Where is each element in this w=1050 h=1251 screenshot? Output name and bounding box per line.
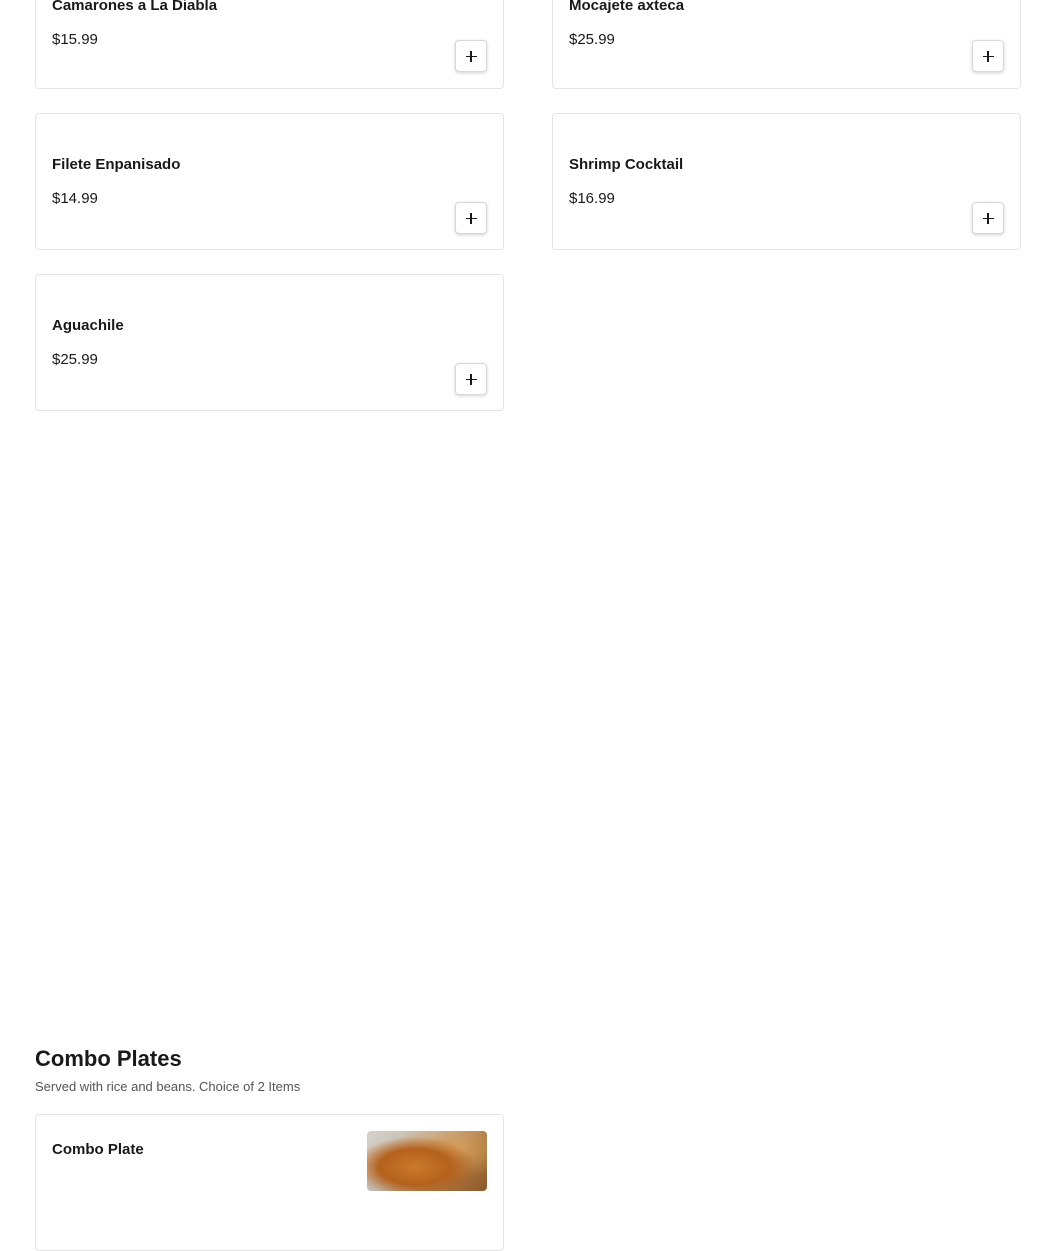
plus-icon <box>465 373 477 385</box>
item-name: Filete Enpanisado <box>52 156 181 173</box>
item-price: $25.99 <box>52 351 98 368</box>
menu-item-card[interactable]: Mocajete axteca $25.99 <box>552 0 1021 89</box>
section-title: Combo Plates <box>35 1046 182 1071</box>
menu-item-card[interactable]: Aguachile $25.99 <box>35 274 504 411</box>
add-item-button[interactable] <box>455 40 487 72</box>
item-name: Shrimp Cocktail <box>569 156 684 173</box>
item-name: Aguachile <box>52 317 124 334</box>
plus-icon <box>982 212 994 224</box>
plus-icon <box>465 50 477 62</box>
item-name: Camarones a La Diabla <box>52 0 218 14</box>
menu-item-card[interactable]: Camarones a La Diabla $15.99 <box>35 0 504 89</box>
section-description: Served with rice and beans. Choice of 2 … <box>35 1079 301 1094</box>
item-name: Mocajete axteca <box>569 0 685 14</box>
add-item-button[interactable] <box>455 363 487 395</box>
plus-icon <box>982 50 994 62</box>
item-photo <box>367 1131 487 1191</box>
add-item-button[interactable] <box>455 202 487 234</box>
menu-item-card[interactable]: Filete Enpanisado $14.99 <box>35 113 504 250</box>
plus-icon <box>465 212 477 224</box>
add-item-button[interactable] <box>972 40 1004 72</box>
add-item-button[interactable] <box>972 202 1004 234</box>
item-price: $25.99 <box>569 31 615 48</box>
menu-item-card[interactable]: Combo Plate <box>35 1114 504 1251</box>
item-price: $16.99 <box>569 190 615 207</box>
menu-item-card[interactable]: Shrimp Cocktail $16.99 <box>552 113 1021 250</box>
item-price: $14.99 <box>52 190 98 207</box>
item-name: Combo Plate <box>52 1141 144 1158</box>
item-price: $15.99 <box>52 31 98 48</box>
